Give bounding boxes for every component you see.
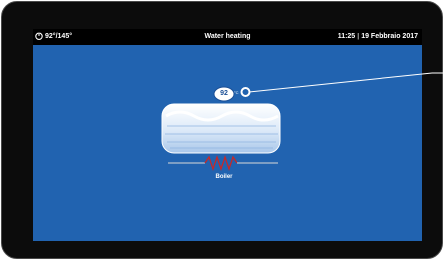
boiler-tank[interactable] — [161, 103, 281, 154]
sensor-temperature-unit: °C — [234, 90, 239, 95]
callout-line — [248, 72, 433, 93]
boiler-diagram — [161, 72, 446, 172]
heating-element — [168, 154, 278, 172]
sensor-temperature-value: 92 — [220, 90, 228, 97]
boiler-label: Boiler — [215, 174, 233, 180]
